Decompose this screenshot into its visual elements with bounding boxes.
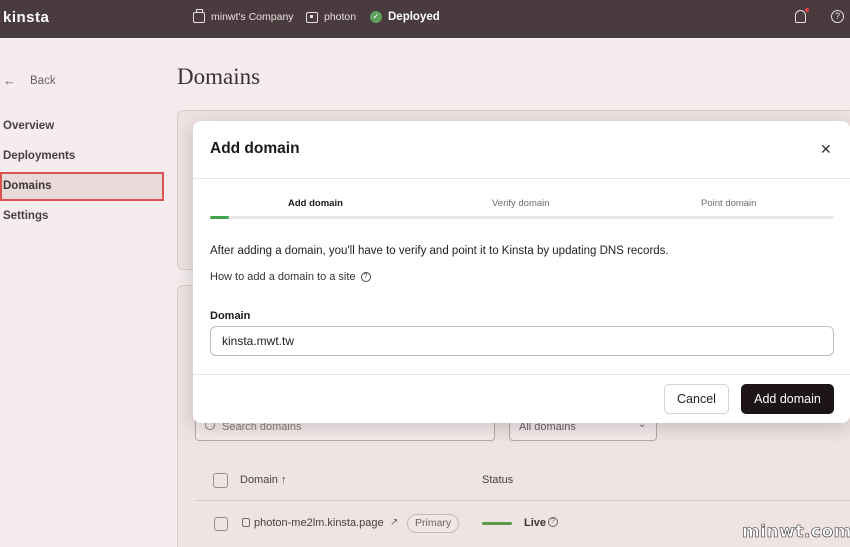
deploy-status: ✓ Deployed — [370, 11, 440, 23]
step-progress-fill — [210, 216, 229, 219]
help-link-label: How to add a domain to a site — [210, 271, 356, 283]
step-verify-domain: Verify domain — [492, 198, 550, 209]
live-status-bar — [482, 522, 512, 525]
site-name: photon — [324, 11, 357, 23]
row-checkbox[interactable] — [214, 517, 228, 531]
company-switcher[interactable]: minwt's Company — [193, 8, 294, 23]
table-divider — [195, 500, 850, 501]
external-link-icon[interactable]: ↗ — [390, 517, 398, 528]
domain-field[interactable] — [210, 326, 834, 356]
row-status: Live — [524, 517, 547, 529]
status-help-icon[interactable]: ? — [548, 517, 558, 527]
bell-icon[interactable] — [795, 10, 806, 23]
help-link[interactable]: How to add a domain to a site ? — [210, 271, 371, 283]
kinsta-logo[interactable]: kinsta — [3, 9, 49, 26]
page-title: Domains — [177, 64, 261, 89]
modal-title: Add domain — [210, 140, 300, 157]
step-point-domain: Point domain — [701, 198, 757, 209]
modal-divider — [193, 178, 850, 179]
select-all-checkbox[interactable] — [213, 473, 228, 488]
help-icon: ? — [360, 272, 371, 282]
watermark: minwt.com — [742, 522, 850, 543]
sidebar-item-deployments[interactable]: Deployments — [3, 150, 75, 162]
modal-description: After adding a domain, you'll have to ve… — [210, 245, 669, 257]
site-icon — [306, 11, 318, 23]
arrow-left-icon: ← — [3, 73, 16, 88]
step-progress-track — [210, 216, 834, 219]
column-header-domain[interactable]: Domain ↑ — [240, 474, 286, 486]
help-icon[interactable]: ? — [831, 10, 844, 23]
deploy-status-label: Deployed — [388, 11, 440, 23]
row-domain-name[interactable]: photon-me2lm.kinsta.page — [254, 517, 384, 529]
domain-field-label: Domain — [210, 310, 251, 322]
top-bar: kinsta minwt's Company photon ✓ Deployed… — [0, 0, 850, 38]
cancel-button[interactable]: Cancel — [664, 384, 729, 414]
add-domain-button[interactable]: Add domain — [741, 384, 834, 414]
sidebar-item-overview[interactable]: Overview — [3, 120, 54, 132]
column-header-status: Status — [482, 474, 514, 486]
back-link[interactable]: ← Back — [3, 73, 56, 88]
company-name: minwt's Company — [211, 11, 294, 23]
briefcase-icon — [193, 8, 205, 23]
primary-badge: Primary — [407, 514, 460, 533]
back-label: Back — [30, 74, 56, 87]
check-circle-icon: ✓ — [370, 11, 382, 23]
sidebar-item-domains[interactable]: Domains — [3, 180, 52, 192]
notification-dot — [805, 8, 809, 12]
close-icon[interactable]: ✕ — [820, 141, 832, 157]
add-domain-modal: Add domain ✕ Add domain Verify domain Po… — [193, 121, 850, 423]
site-switcher[interactable]: photon — [306, 11, 356, 23]
step-add-domain: Add domain — [288, 198, 343, 209]
lock-icon — [242, 518, 250, 527]
modal-footer-divider — [193, 374, 850, 375]
sidebar-item-settings[interactable]: Settings — [3, 210, 48, 222]
